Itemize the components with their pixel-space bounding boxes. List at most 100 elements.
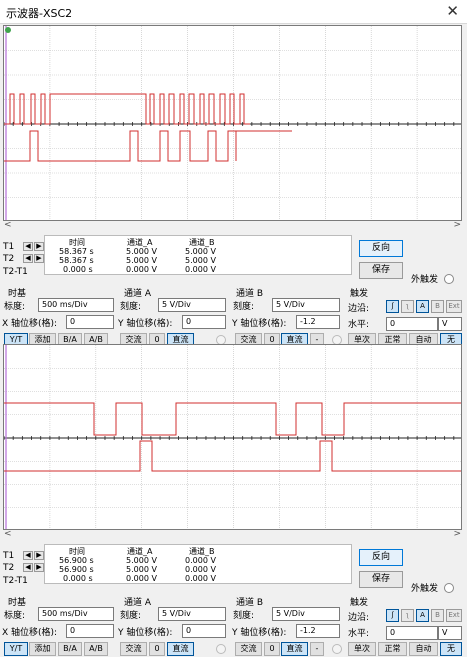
trigger-normal-button[interactable]: 正常 [378, 642, 407, 656]
close-icon[interactable]: ✕ [446, 2, 459, 20]
timebase-scale-input[interactable]: 500 ms/Div [38, 607, 114, 621]
trigger-level-input[interactable]: 0 [386, 317, 438, 331]
timebase-title: 时基 [8, 289, 27, 299]
trigger-auto-button[interactable]: 自动 [409, 642, 438, 656]
trigger-marker-icon [5, 27, 11, 33]
timebase-scale-input[interactable]: 500 ms/Div [38, 298, 114, 312]
channel-a-scale-input[interactable]: 5 V/Div [158, 607, 226, 621]
x-position-input[interactable]: 0 [66, 624, 114, 638]
mode-add-button[interactable]: 添加 [29, 642, 56, 656]
reverse-button[interactable]: 反向 [359, 240, 403, 257]
cursor-readout-area: T1 ◀ ▶ T2 ◀ ▶ T2-T1 时间 通道_A 通道_B 58.367 … [2, 235, 352, 277]
channel-a-ypos-input[interactable]: 0 [182, 315, 226, 329]
edge-rising-icon[interactable]: ʃ [386, 609, 399, 622]
channel-b-ac-button[interactable]: 交流 [235, 642, 262, 656]
channel-a-scale-label: 刻度: [120, 302, 142, 312]
channel-a-scale-label: 刻度: [120, 611, 142, 621]
channel-b-ypos-input[interactable]: -1.2 [296, 315, 340, 329]
channel-b-minus-button[interactable]: - [310, 642, 324, 656]
mode-ab-button[interactable]: A/B [84, 642, 108, 656]
trigger-source-ext-button[interactable]: Ext [446, 300, 462, 313]
channel-a-dc-button[interactable]: 直流 [167, 642, 194, 656]
oscilloscope-screen-top[interactable] [3, 25, 462, 221]
scroll-left-icon[interactable]: < [4, 220, 12, 230]
channel-b-title: 通道 B [236, 289, 264, 299]
t1-right-arrow-icon[interactable]: ▶ [34, 551, 44, 560]
t1-left-arrow-icon[interactable]: ◀ [23, 551, 33, 560]
diff-channel-b: 0.000 V [185, 574, 216, 583]
channel-b-trace [4, 440, 461, 472]
trigger-single-button[interactable]: 单次 [348, 642, 376, 656]
oscilloscope-screen-bottom[interactable] [3, 344, 462, 530]
mode-yt-button[interactable]: Y/T [4, 642, 28, 656]
save-button[interactable]: 保存 [359, 262, 403, 279]
t2-left-arrow-icon[interactable]: ◀ [23, 563, 33, 572]
t2-channel-b: 5.000 V [185, 256, 216, 265]
t1-left-arrow-icon[interactable]: ◀ [23, 242, 33, 251]
channel-b-ypos-input[interactable]: -1.2 [296, 624, 340, 638]
diff-time: 0.000 s [63, 265, 93, 274]
t2-right-arrow-icon[interactable]: ▶ [34, 563, 44, 572]
t1-channel-a: 5.000 V [126, 247, 157, 256]
edge-falling-icon[interactable]: ʅ [401, 300, 414, 313]
channel-b-radio[interactable] [332, 644, 342, 654]
channel-a-radio[interactable] [216, 644, 226, 654]
t1-channel-a: 5.000 V [126, 556, 157, 565]
x-position-input[interactable]: 0 [66, 315, 114, 329]
t2-time: 56.900 s [59, 565, 94, 574]
trigger-level-unit: V [438, 626, 462, 640]
t2-t1-label: T2-T1 [3, 576, 28, 586]
reverse-button[interactable]: 反向 [359, 549, 403, 566]
cursor-readout-table: 时间 通道_A 通道_B 56.900 s 5.000 V 0.000 V 56… [44, 544, 352, 584]
edge-rising-icon[interactable]: ʃ [386, 300, 399, 313]
scroll-right-icon[interactable]: > [453, 529, 461, 539]
scroll-left-icon[interactable]: < [4, 529, 12, 539]
channel-b-zero-button[interactable]: 0 [264, 642, 280, 656]
trigger-title: 触发 [350, 598, 369, 608]
t1-time: 58.367 s [59, 247, 94, 256]
t1-channel-b: 0.000 V [185, 556, 216, 565]
t2-label: T2 [3, 563, 15, 573]
channel-b-scale-input[interactable]: 5 V/Div [272, 607, 340, 621]
trigger-source-b-button[interactable]: B [431, 300, 444, 313]
channel-a-ypos-input[interactable]: 0 [182, 624, 226, 638]
waveform-display-top [4, 26, 461, 220]
channel-a-zero-button[interactable]: 0 [149, 642, 165, 656]
t2-channel-a: 5.000 V [126, 256, 157, 265]
scroll-right-icon[interactable]: > [453, 220, 461, 230]
t2-left-arrow-icon[interactable]: ◀ [23, 254, 33, 263]
t2-right-arrow-icon[interactable]: ▶ [34, 254, 44, 263]
x-position-label: X 轴位移(格): [2, 319, 58, 329]
trigger-source-b-button[interactable]: B [431, 609, 444, 622]
ext-trigger-radio[interactable] [444, 274, 454, 284]
channel-b-scale-input[interactable]: 5 V/Div [272, 298, 340, 312]
trigger-title: 触发 [350, 289, 369, 299]
trigger-level-input[interactable]: 0 [386, 626, 438, 640]
t2-channel-a: 5.000 V [126, 565, 157, 574]
control-panel-top: T1 ◀ ▶ T2 ◀ ▶ T2-T1 时间 通道_A 通道_B 58.367 … [0, 235, 467, 347]
scrollbar-bottom[interactable]: < > [3, 529, 462, 541]
t2-t1-label: T2-T1 [3, 267, 28, 277]
trigger-none-button[interactable]: 无 [440, 642, 462, 656]
diff-channel-b: 0.000 V [185, 265, 216, 274]
scrollbar-top[interactable]: < > [3, 220, 462, 232]
trigger-source-a-button[interactable]: A [416, 300, 429, 313]
ext-trigger-label: 外触发 [411, 584, 439, 594]
channel-b-ypos-label: Y 轴位移(格): [232, 319, 287, 329]
channel-b-title: 通道 B [236, 598, 264, 608]
channel-a-trace [4, 93, 250, 125]
channel-a-scale-input[interactable]: 5 V/Div [158, 298, 226, 312]
t1-right-arrow-icon[interactable]: ▶ [34, 242, 44, 251]
t2-channel-b: 0.000 V [185, 565, 216, 574]
timebase-scale-label: 标度: [4, 302, 26, 312]
trigger-source-a-button[interactable]: A [416, 609, 429, 622]
edge-falling-icon[interactable]: ʅ [401, 609, 414, 622]
trigger-source-ext-button[interactable]: Ext [446, 609, 462, 622]
t1-label: T1 [3, 242, 15, 252]
channel-b-dc-button[interactable]: 直流 [281, 642, 308, 656]
title-bar: 示波器-XSC2 ✕ [0, 0, 467, 24]
mode-ba-button[interactable]: B/A [58, 642, 82, 656]
channel-a-ac-button[interactable]: 交流 [120, 642, 147, 656]
save-button[interactable]: 保存 [359, 571, 403, 588]
ext-trigger-radio[interactable] [444, 583, 454, 593]
